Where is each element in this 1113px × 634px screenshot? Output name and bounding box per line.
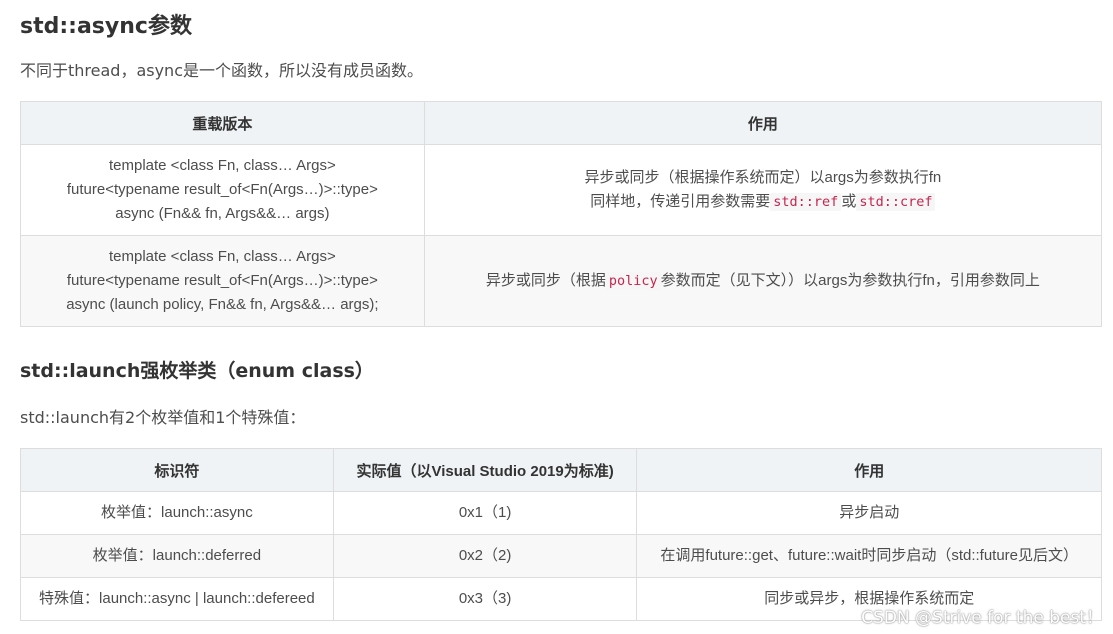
overload-cell: template <class Fn, class… Args> future<…	[20, 144, 425, 236]
header-actual-value: 实际值（以Visual Studio 2019为标准)	[332, 448, 638, 492]
code-policy: policy	[605, 272, 661, 290]
section-heading-async: std::async参数	[20, 14, 192, 39]
effect-line: 异步或同步（根据操作系统而定）以args为参数执行fn	[584, 169, 942, 186]
code-std-cref: std::cref	[856, 193, 936, 211]
value-cell: 0x1（1)	[332, 491, 638, 535]
effect-text: 或	[841, 193, 857, 210]
overload-line: template <class Fn, class… Args>	[108, 248, 336, 265]
effect-line: 同样地，传递引用参数需要 std::ref 或 std::cref	[433, 190, 1093, 214]
launch-values-table: 标识符 实际值（以Visual Studio 2019为标准) 作用 枚举值：l…	[20, 448, 1102, 621]
overload-line: async (Fn&& fn, Args&&… args)	[115, 205, 330, 222]
overload-line: async (launch policy, Fn&& fn, Args&&… a…	[66, 296, 379, 313]
overload-line: future<typename result_of<Fn(Args…)>::ty…	[66, 272, 378, 289]
header-effect: 作用	[636, 448, 1102, 492]
table-row: template <class Fn, class… Args> future<…	[20, 235, 1103, 327]
section-intro-async: 不同于thread，async是一个函数，所以没有成员函数。	[20, 61, 423, 80]
section-intro-launch: std::launch有2个枚举值和1个特殊值：	[20, 408, 306, 427]
effect-text: 参数而定（见下文））以args为参数执行fn，引用参数同上	[660, 272, 1040, 289]
table-header-row: 重载版本 作用	[20, 101, 1103, 145]
effect-cell: 异步或同步（根据操作系统而定）以args为参数执行fn 同样地，传递引用参数需要…	[423, 144, 1103, 236]
identifier-cell: 特殊值：launch::async | launch::defereed	[20, 577, 334, 621]
section-heading-launch: std::launch强枚举类（enum class）	[20, 360, 374, 382]
value-cell: 0x3（3)	[332, 577, 638, 621]
identifier-cell: 枚举值：launch::deferred	[20, 534, 334, 578]
table-header-row: 标识符 实际值（以Visual Studio 2019为标准) 作用	[20, 448, 1102, 492]
table-row: template <class Fn, class… Args> future<…	[20, 144, 1103, 236]
header-identifier: 标识符	[20, 448, 334, 492]
overload-line: future<typename result_of<Fn(Args…)>::ty…	[66, 181, 378, 198]
table-row: 枚举值：launch::async 0x1（1) 异步启动	[20, 491, 1102, 535]
async-overload-table: 重载版本 作用 template <class Fn, class… Args>…	[20, 101, 1103, 327]
identifier-cell: 枚举值：launch::async	[20, 491, 334, 535]
effect-cell: 异步或同步（根据 policy 参数而定（见下文））以args为参数执行fn，引用参…	[423, 235, 1103, 327]
effect-text: 同样地，传递引用参数需要	[590, 193, 771, 210]
overload-cell: template <class Fn, class… Args> future<…	[20, 235, 425, 327]
header-overload: 重载版本	[20, 101, 425, 145]
code-std-ref: std::ref	[770, 193, 842, 211]
value-cell: 0x2（2)	[332, 534, 638, 578]
effect-cell: 在调用future::get、future::wait时同步启动（std::fu…	[636, 534, 1102, 578]
effect-text: 异步或同步（根据	[485, 272, 606, 289]
header-effect: 作用	[423, 101, 1103, 145]
effect-cell: 异步启动	[636, 491, 1102, 535]
overload-line: template <class Fn, class… Args>	[108, 157, 336, 174]
csdn-watermark: CSDN @Strive for the best！	[861, 608, 1103, 628]
table-row: 枚举值：launch::deferred 0x2（2) 在调用future::g…	[20, 534, 1102, 578]
